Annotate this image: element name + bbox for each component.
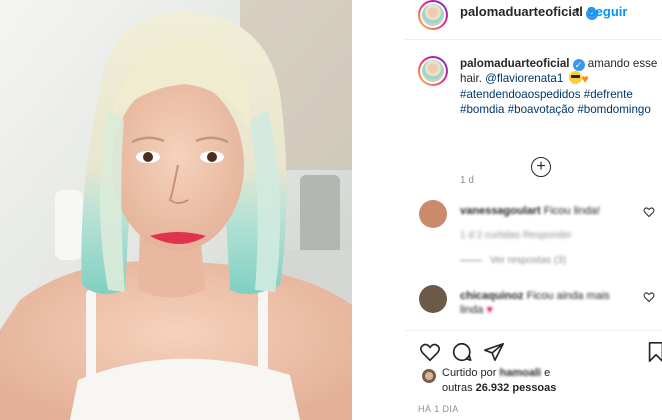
commenter-avatar[interactable] bbox=[419, 200, 447, 228]
caption-timestamp: 1 d bbox=[460, 175, 474, 186]
photo-illustration bbox=[0, 0, 352, 420]
caption-hashtags-line2[interactable]: #bomdia #boavotação #bomdomingo bbox=[460, 103, 651, 116]
sunglasses-emoji-icon bbox=[568, 71, 582, 84]
post-photo[interactable] bbox=[0, 0, 352, 420]
caption-author-avatar[interactable] bbox=[418, 56, 448, 86]
comment-text: vanessagoulart Ficou linda! bbox=[460, 205, 601, 217]
heart-outline-icon[interactable] bbox=[419, 341, 441, 363]
caption-mention[interactable]: @flaviorenata1 bbox=[485, 72, 563, 85]
likes-count: 26.932 bbox=[475, 382, 510, 394]
follow-button[interactable]: Seguir bbox=[587, 4, 627, 19]
liked-by-username[interactable]: hamoali bbox=[499, 367, 541, 379]
post-timestamp: HÁ 1 DIA bbox=[418, 404, 459, 414]
plus-circle-icon[interactable]: + bbox=[531, 157, 551, 177]
liker-avatar[interactable] bbox=[422, 369, 436, 383]
caption-hashtags-line1[interactable]: #atendendoaospedidos #defrente bbox=[460, 88, 633, 101]
speech-bubble-icon[interactable] bbox=[451, 341, 473, 363]
header-separator: • bbox=[575, 2, 580, 17]
caption-text: palomaduarteoficial ✓ amando esse hair. @… bbox=[460, 56, 660, 117]
caption-username[interactable]: palomaduarteoficial bbox=[460, 57, 570, 70]
comment-text: chicaquinoz Ficou ainda mais linda ♥ bbox=[460, 290, 610, 316]
view-replies-button[interactable]: Ver respostas (3) bbox=[460, 255, 566, 266]
post-header: palomaduarteoficial ✓ • Seguir bbox=[405, 0, 662, 40]
comment-like-heart-icon[interactable] bbox=[643, 206, 655, 218]
likes-count-line[interactable]: outras 26.932 pessoas bbox=[442, 382, 556, 394]
bookmark-icon[interactable] bbox=[645, 341, 662, 363]
post-sidebar: palomaduarteoficial ✓ • Seguir palomaduar… bbox=[405, 0, 662, 420]
liked-by-line: Curtido por hamoali e bbox=[442, 367, 551, 379]
commenter-avatar[interactable] bbox=[419, 285, 447, 313]
paper-plane-icon[interactable] bbox=[483, 341, 505, 363]
author-avatar[interactable] bbox=[418, 0, 448, 30]
verified-badge-icon: ✓ bbox=[572, 59, 585, 71]
comment-meta[interactable]: 1 d 2 curtidas Responder bbox=[460, 230, 572, 241]
orange-heart-emoji-icon: ♥ bbox=[581, 72, 589, 86]
comment-like-heart-icon[interactable] bbox=[643, 291, 655, 303]
